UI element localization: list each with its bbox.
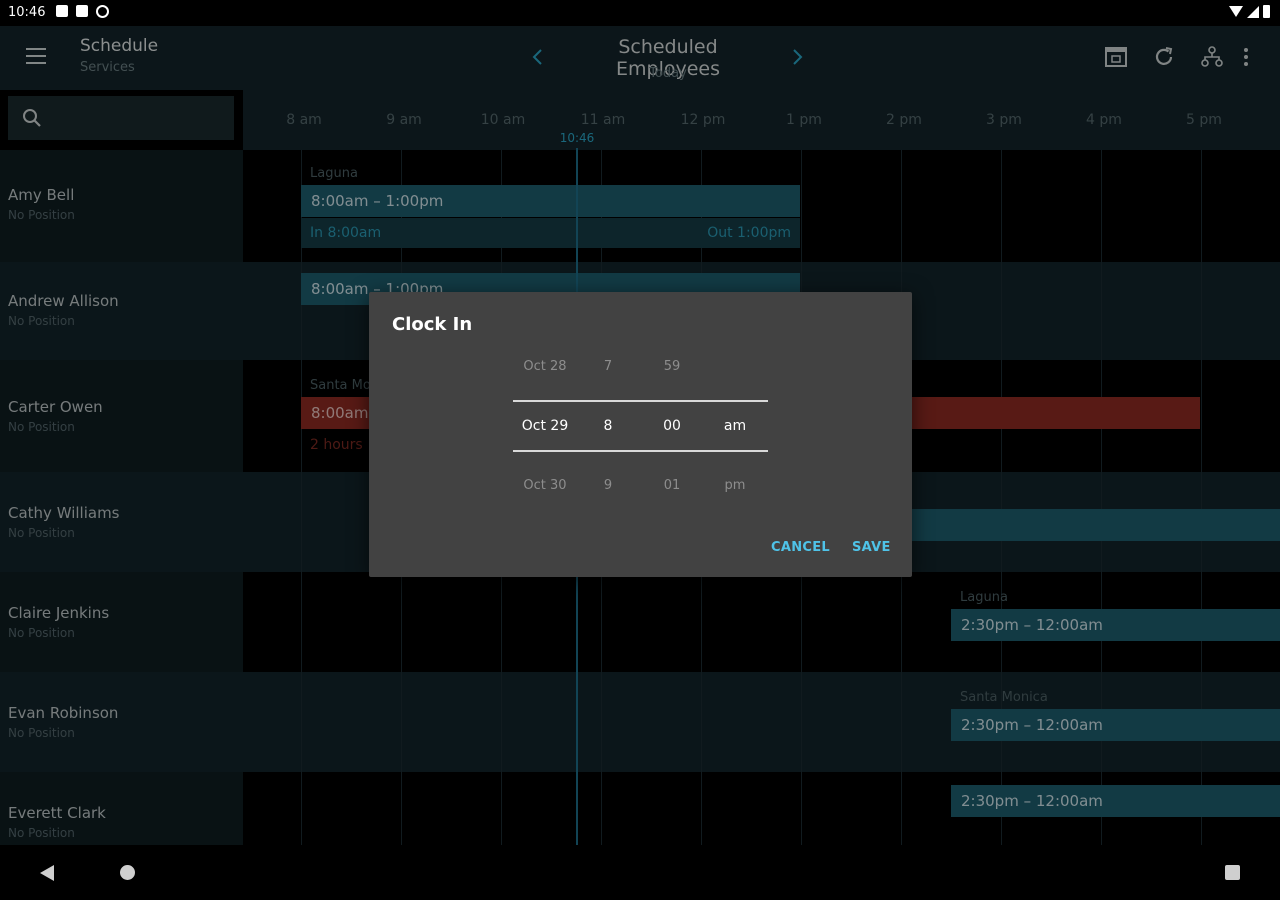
back-icon[interactable]	[40, 865, 54, 881]
picker-date-prev[interactable]: Oct 28	[523, 359, 566, 374]
clock-in-dialog: Clock In Oct 28 7 59 Oct 29 8 00 am Oct …	[369, 292, 912, 577]
recents-icon[interactable]	[1225, 865, 1240, 880]
picker-hour-selected[interactable]: 8	[604, 418, 613, 434]
picker-date-next[interactable]: Oct 30	[523, 478, 566, 493]
signal-icon	[1247, 5, 1259, 18]
picker-ampm-selected[interactable]: am	[724, 418, 746, 434]
picker-date-selected[interactable]: Oct 29	[522, 418, 568, 434]
sd-card-icon	[76, 5, 88, 17]
save-button[interactable]: SAVE	[852, 540, 891, 555]
picker-minute-prev[interactable]: 59	[664, 359, 681, 374]
picker-minute-selected[interactable]: 00	[663, 418, 681, 434]
system-nav-bar	[0, 845, 1280, 900]
wifi-icon	[1229, 6, 1243, 17]
picker-ampm-next[interactable]: pm	[725, 478, 746, 493]
picker-hour-prev[interactable]: 7	[604, 359, 612, 374]
battery-icon	[1263, 5, 1270, 18]
datetime-picker[interactable]: Oct 28 7 59 Oct 29 8 00 am Oct 30 9 01 p…	[369, 292, 912, 577]
blocked-icon	[96, 5, 109, 18]
picker-hour-next[interactable]: 9	[604, 478, 612, 493]
status-bar: 10:46	[0, 0, 1280, 26]
picker-minute-next[interactable]: 01	[664, 478, 681, 493]
cancel-button[interactable]: CANCEL	[771, 540, 830, 555]
notification-icon	[56, 5, 68, 17]
home-icon[interactable]	[120, 865, 135, 880]
status-time: 10:46	[8, 5, 46, 20]
